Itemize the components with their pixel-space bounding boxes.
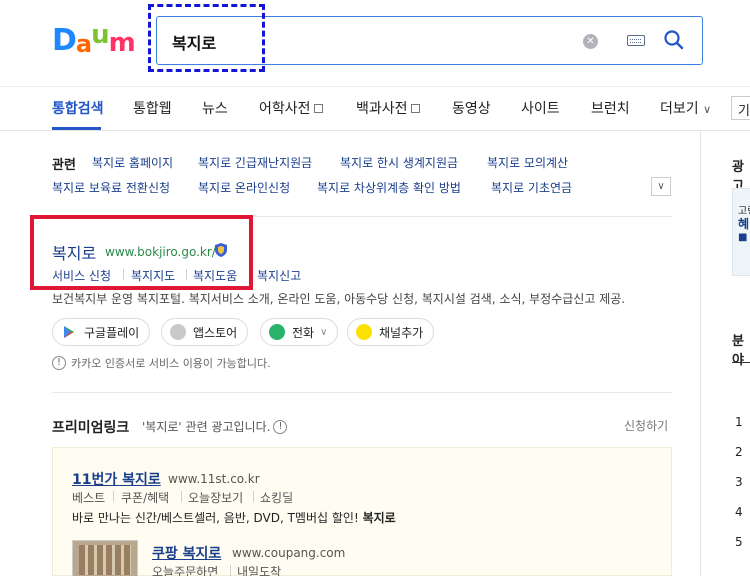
kakao-note: ! 카카오 인증서로 서비스 이용이 가능합니다.: [52, 355, 271, 371]
ad-description-keyword: 복지로: [362, 511, 396, 525]
chevron-down-icon: ∨: [320, 326, 328, 338]
related-link[interactable]: 복지로 홈페이지: [92, 154, 173, 171]
kakao-channel-button[interactable]: 채널추가: [347, 318, 435, 346]
info-icon[interactable]: !: [273, 419, 288, 434]
logo-letter-d: D: [52, 23, 77, 58]
tab-brunch[interactable]: 브런치: [591, 98, 630, 118]
ad-sublink[interactable]: 오늘장보기: [188, 489, 243, 506]
google-play-icon: [61, 324, 77, 340]
right-ad-line: 혜: [738, 217, 750, 231]
app-store-button[interactable]: 앱스토어: [161, 318, 249, 346]
related-link[interactable]: 복지로 보육료 전환신청: [52, 179, 170, 196]
right-ad-banner[interactable]: 고령 혜 ■: [732, 188, 750, 276]
logo-letter-m: m: [108, 28, 136, 58]
right-ad-line: ■: [738, 232, 748, 243]
kakao-icon: [356, 324, 372, 340]
ad-sublink[interactable]: 오늘주문하면: [152, 563, 218, 576]
apple-icon: [170, 324, 186, 340]
ad-title-link[interactable]: 11번가 복지로: [72, 469, 161, 489]
kakao-note-text: 카카오 인증서로 서비스 이용이 가능합니다.: [71, 357, 271, 370]
tab-video[interactable]: 동영상: [452, 98, 491, 118]
related-link[interactable]: 복지로 차상위계층 확인 방법: [317, 179, 461, 196]
sublink-separator: [181, 491, 182, 502]
ad-sublink[interactable]: 쇼킹딜: [260, 489, 293, 506]
tab-dictionary-label: 어학사전: [259, 101, 311, 117]
apply-link[interactable]: 신청하기: [624, 417, 668, 434]
ad-title-link[interactable]: 쿠팡 복지로: [152, 543, 221, 563]
external-box-icon: [313, 104, 323, 113]
nav-divider: [0, 130, 750, 131]
rank-number: 3: [735, 475, 743, 489]
sublink-separator: [113, 491, 114, 502]
tab-dictionary[interactable]: 어학사전: [259, 98, 323, 118]
related-link[interactable]: 복지로 온라인신청: [198, 179, 290, 196]
tab-encyclopedia[interactable]: 백과사전: [356, 98, 420, 118]
related-label: 관련: [52, 158, 76, 173]
tab-encyclopedia-label: 백과사전: [356, 101, 408, 117]
sublink-separator: [230, 565, 231, 576]
related-link[interactable]: 복지로 기초연금: [491, 179, 572, 196]
tab-more-label: 더보기: [660, 101, 699, 117]
ad-sublink[interactable]: 내일도착: [237, 563, 281, 576]
external-box-icon: [410, 104, 420, 113]
sublink-separator: [253, 491, 254, 502]
ad-url[interactable]: www.11st.co.kr: [168, 472, 260, 486]
phone-icon: [269, 324, 285, 340]
premium-link-title: 프리미엄링크: [52, 420, 130, 436]
phone-button[interactable]: 전화 ∨: [260, 318, 339, 346]
app-button-label: 구글플레이: [84, 325, 140, 340]
ad-sublink[interactable]: 쿠폰/혜택: [121, 489, 169, 506]
nav-extra-box[interactable]: 기: [731, 96, 750, 120]
site-highlight-box: [30, 215, 253, 290]
search-highlight-box: [148, 4, 265, 72]
chevron-down-icon: ∨: [703, 103, 712, 116]
ad-sublink[interactable]: 베스트: [72, 489, 105, 506]
right-column-divider: [700, 131, 701, 576]
rank-number: 4: [735, 505, 743, 519]
daum-logo[interactable]: D a u m: [52, 20, 136, 58]
logo-letter-u: u: [91, 20, 109, 50]
ad-description: 바로 만나는 신간/베스트셀러, 음반, DVD, T멤버십 할인! 복지로: [72, 509, 396, 526]
related-link[interactable]: 복지로 한시 생계지원금: [340, 154, 458, 171]
tab-news[interactable]: 뉴스: [202, 98, 228, 118]
chevron-down-icon[interactable]: ∨: [651, 177, 671, 196]
related-link[interactable]: 복지로 모의계산: [487, 154, 568, 171]
info-icon: !: [52, 356, 66, 370]
app-button-label: 앱스토어: [193, 325, 238, 340]
app-button-label: 채널추가: [379, 325, 424, 340]
ad-thumbnail[interactable]: [72, 540, 138, 576]
tab-more[interactable]: 더보기 ∨: [660, 98, 711, 118]
tab-integrated-web[interactable]: 통합웹: [133, 98, 172, 118]
tab-integrated-search[interactable]: 통합검색: [52, 98, 104, 118]
ad-url[interactable]: www.coupang.com: [232, 546, 345, 560]
related-link[interactable]: 복지로 긴급재난지원금: [198, 154, 312, 171]
search-icon[interactable]: [662, 28, 686, 56]
ad-description-text: 바로 만나는 신간/베스트셀러, 음반, DVD, T멤버십 할인!: [72, 511, 363, 525]
keyboard-icon[interactable]: [627, 35, 645, 46]
site-description: 보건복지부 운영 복지포털. 복지서비스 소개, 온라인 도움, 아동수당 신청…: [52, 292, 626, 306]
logo-letter-a: a: [75, 30, 92, 58]
nav-top-divider: [0, 86, 750, 87]
app-button-label: 전화: [292, 325, 315, 340]
rank-divider: [732, 362, 750, 363]
rank-number: 2: [735, 445, 743, 459]
site-sublink[interactable]: 복지신고: [257, 267, 301, 284]
section-divider: [52, 392, 672, 393]
tab-site[interactable]: 사이트: [521, 98, 560, 118]
premium-note-text: '복지로' 관련 광고입니다.: [142, 420, 271, 434]
rank-number: 5: [735, 535, 743, 549]
premium-note: '복지로' 관련 광고입니다. !: [142, 418, 292, 435]
clear-icon[interactable]: ✕: [583, 34, 598, 49]
google-play-button[interactable]: 구글플레이: [52, 318, 151, 346]
rank-number: 1: [735, 415, 743, 429]
